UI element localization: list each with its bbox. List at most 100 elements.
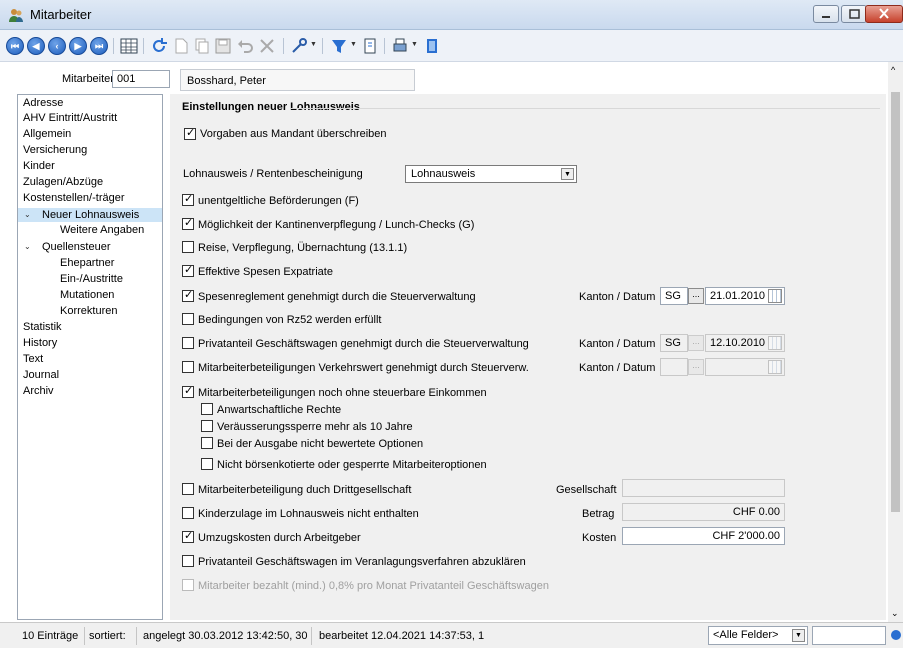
option-checkbox[interactable] [182, 579, 194, 591]
option-checkbox[interactable] [182, 361, 194, 373]
kanton-lookup-button[interactable]: ... [688, 335, 704, 351]
first-record-icon[interactable]: ⏮ [6, 37, 24, 55]
undo-icon[interactable] [236, 37, 254, 55]
chevron-down-icon[interactable]: ▼ [561, 168, 574, 180]
calendar-icon[interactable] [768, 360, 782, 374]
minimize-button[interactable] [813, 5, 839, 23]
sidebar-item-kinder[interactable]: Kinder [23, 160, 55, 172]
last-record-icon[interactable]: ⏭ [90, 37, 108, 55]
option-label: Mitarbeiterbeteiligungen noch ohne steue… [198, 387, 487, 399]
gesellschaft-field[interactable] [622, 479, 785, 497]
filter-dropdown-icon[interactable]: ▼ [350, 41, 357, 48]
print-dropdown-icon[interactable]: ▼ [411, 41, 418, 48]
sub-option-checkbox[interactable] [201, 437, 213, 449]
kanton-field[interactable]: SG [660, 287, 688, 305]
sidebar-item-history[interactable]: History [23, 337, 57, 349]
maximize-button[interactable] [841, 5, 867, 23]
previous-page-icon[interactable]: ◀ [27, 37, 45, 55]
option-checkbox[interactable] [182, 313, 194, 325]
option-checkbox[interactable] [182, 507, 194, 519]
option-checkbox[interactable] [182, 216, 194, 230]
scroll-down-icon[interactable]: ⌄ [891, 608, 899, 619]
previous-record-icon[interactable]: ‹ [48, 37, 66, 55]
save-icon[interactable] [214, 37, 232, 55]
option-label: Mitarbeiter bezahlt (mind.) 0,8% pro Mon… [198, 580, 549, 592]
chevron-down-icon[interactable]: ⌄ [24, 242, 31, 251]
sidebar-item-mutationen[interactable]: Mutationen [60, 289, 114, 301]
filter-icon[interactable] [330, 37, 348, 55]
option-label: Privatanteil Geschäftswagen genehmigt du… [198, 338, 529, 350]
users-icon [9, 9, 23, 22]
kosten-field[interactable]: CHF 2'000.00 [622, 527, 785, 545]
sub-option-checkbox[interactable] [201, 420, 213, 432]
tools-icon[interactable] [290, 37, 308, 55]
vertical-scrollbar[interactable]: ^ ⌄ [888, 62, 903, 622]
status-bar: 10 Einträge sortiert: angelegt 30.03.201… [0, 622, 903, 648]
refresh-icon[interactable] [150, 37, 168, 55]
sidebar-item-journal[interactable]: Journal [23, 369, 59, 381]
close-button[interactable] [865, 5, 903, 23]
option-label: Reise, Verpflegung, Übernachtung (13.1.1… [198, 242, 408, 254]
employee-number-field[interactable]: 001 [112, 70, 170, 88]
kanton-field[interactable]: SG [660, 334, 688, 352]
document-filter-icon[interactable] [362, 37, 380, 55]
sidebar-item-kostenstellen[interactable]: Kostenstellen/-träger [23, 192, 125, 204]
sidebar-item-zulagen[interactable]: Zulagen/Abzüge [23, 176, 103, 188]
kanton-lookup-button[interactable]: ... [688, 288, 704, 304]
option-label: Bedingungen von Rz52 werden erfüllt [198, 314, 382, 326]
print-icon[interactable] [391, 37, 409, 55]
option-checkbox[interactable] [182, 483, 194, 495]
tools-dropdown-icon[interactable]: ▼ [310, 41, 317, 48]
sub-option-checkbox[interactable] [201, 458, 213, 470]
type-select[interactable]: Lohnausweis ▼ [405, 165, 577, 183]
chevron-down-icon[interactable]: ⌄ [24, 210, 31, 219]
search-input[interactable] [812, 626, 886, 645]
betrag-field[interactable]: CHF 0.00 [622, 503, 785, 521]
sidebar-item-text[interactable]: Text [23, 353, 43, 365]
option-checkbox[interactable] [182, 288, 194, 302]
kanton-datum-label: Kanton / Datum [579, 338, 656, 350]
sidebar-item-ein-austritte[interactable]: Ein-/Austritte [60, 273, 123, 285]
calendar-icon[interactable] [768, 289, 782, 303]
sidebar-item-allgemein[interactable]: Allgemein [23, 128, 71, 140]
option-checkbox[interactable] [182, 529, 194, 543]
field-filter-select[interactable]: <Alle Felder> ▼ [708, 626, 808, 645]
sidebar-item-versicherung[interactable]: Versicherung [23, 144, 87, 156]
sidebar-item-korrekturen[interactable]: Korrekturen [60, 305, 117, 317]
option-checkbox[interactable] [182, 337, 194, 349]
delete-icon[interactable] [258, 37, 276, 55]
option-checkbox[interactable] [182, 555, 194, 567]
sidebar-item-adresse[interactable]: Adresse [23, 97, 63, 109]
calendar-icon[interactable] [768, 336, 782, 350]
search-icon[interactable] [890, 629, 903, 642]
option-label: Spesenreglement genehmigt durch die Steu… [198, 291, 476, 303]
kanton-datum-label: Kanton / Datum [579, 291, 656, 303]
record-count: 10 Einträge [22, 630, 79, 642]
override-checkbox[interactable] [184, 126, 196, 140]
kanton-field[interactable] [660, 358, 688, 376]
table-view-icon[interactable] [120, 37, 138, 55]
sidebar-item-weitere-angaben[interactable]: Weitere Angaben [60, 224, 144, 236]
option-checkbox[interactable] [182, 263, 194, 277]
sidebar-item-ehepartner[interactable]: Ehepartner [60, 257, 114, 269]
sidebar-item-neuer-lohnausweis[interactable]: Neuer Lohnausweis [42, 209, 139, 221]
sidebar-item-statistik[interactable]: Statistik [23, 321, 62, 333]
section-divider [290, 108, 880, 109]
scroll-up-icon[interactable]: ^ [891, 65, 895, 75]
sub-option-checkbox[interactable] [201, 403, 213, 415]
new-document-icon[interactable] [172, 37, 190, 55]
next-record-icon[interactable]: ▶ [69, 37, 87, 55]
option-label: Möglichkeit der Kantinenverpflegung / Lu… [198, 219, 475, 231]
option-label: unentgeltliche Beförderungen (F) [198, 195, 359, 207]
sidebar-item-ahv[interactable]: AHV Eintritt/Austritt [23, 112, 117, 124]
kanton-lookup-button[interactable]: ... [688, 359, 704, 375]
option-checkbox[interactable] [182, 384, 194, 398]
copy-icon[interactable] [193, 37, 211, 55]
exit-icon[interactable] [423, 37, 441, 55]
chevron-down-icon[interactable]: ▼ [792, 629, 805, 642]
sidebar-item-quellensteuer[interactable]: Quellensteuer [42, 241, 111, 253]
sidebar-item-archiv[interactable]: Archiv [23, 385, 54, 397]
scroll-thumb[interactable] [891, 92, 900, 512]
option-checkbox[interactable] [182, 241, 194, 253]
option-checkbox[interactable] [182, 192, 194, 206]
